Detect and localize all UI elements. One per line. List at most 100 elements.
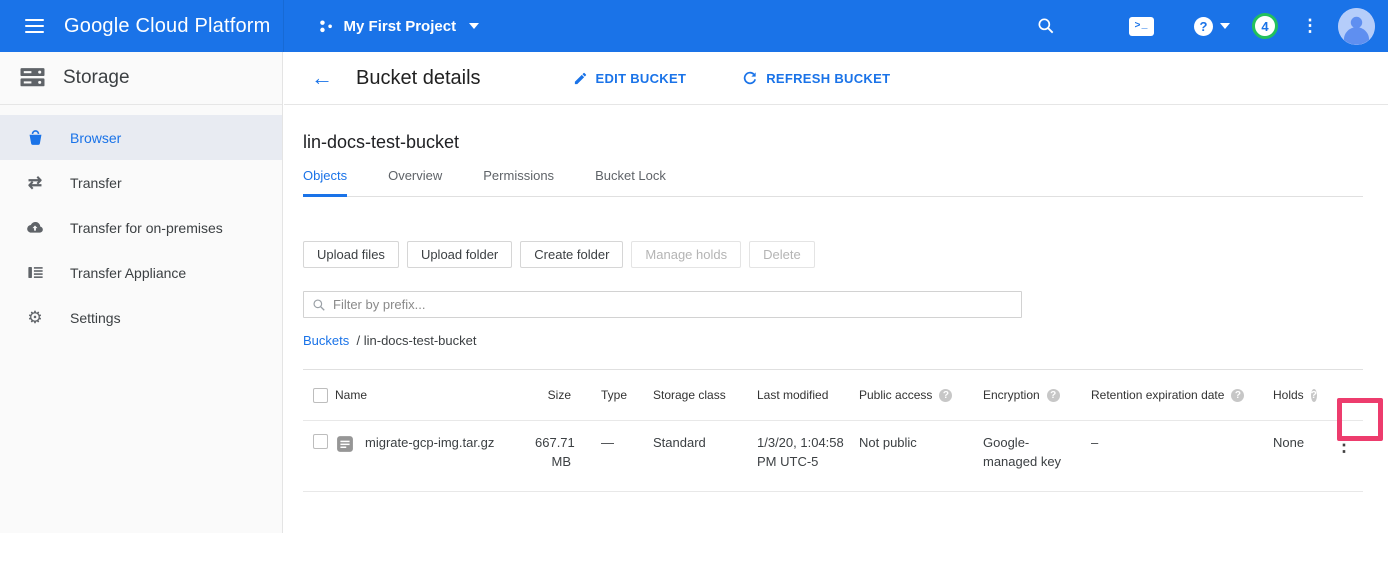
sidebar-item-transfer[interactable]: ⇄ Transfer (0, 160, 282, 205)
object-storage-class: Standard (649, 434, 753, 453)
object-size: 667.71 MB (535, 434, 587, 472)
chevron-down-icon (469, 23, 479, 29)
manage-holds-button[interactable]: Manage holds (631, 241, 741, 268)
file-icon (335, 434, 355, 454)
column-header-type: Type (587, 388, 649, 402)
help-icon: ? (1194, 17, 1213, 36)
column-label: Encryption (983, 388, 1040, 402)
sidebar-item-label: Browser (70, 130, 121, 146)
tab-objects[interactable]: Objects (303, 168, 347, 197)
refresh-icon (742, 70, 758, 86)
column-header-retention: Retention expiration date ? (1087, 388, 1269, 402)
chevron-down-icon (1220, 23, 1230, 29)
table-row: migrate-gcp-img.tar.gz 667.71 MB — Stand… (303, 420, 1363, 492)
column-header-holds: Holds ? (1269, 388, 1325, 402)
column-header-encryption: Encryption ? (979, 388, 1087, 402)
column-header-public-access: Public access ? (855, 388, 979, 402)
refresh-bucket-label: REFRESH BUCKET (766, 71, 890, 86)
main-content: lin-docs-test-bucket Objects Overview Pe… (283, 105, 1388, 492)
object-toolbar: Upload files Upload folder Create folder… (303, 241, 1363, 268)
sidebar-nav: Browser ⇄ Transfer Transfer for on-premi… (0, 105, 282, 340)
gear-icon: ⚙ (25, 309, 45, 326)
column-label: Holds (1273, 388, 1304, 402)
search-icon (312, 298, 326, 312)
help-menu[interactable]: ? (1194, 17, 1230, 36)
edit-bucket-label: EDIT BUCKET (596, 71, 687, 86)
project-name: My First Project (344, 18, 457, 35)
top-navigation-bar: Google Cloud Platform My First Project >… (0, 0, 1388, 52)
column-label: Retention expiration date (1091, 388, 1224, 402)
cloud-upload-icon (25, 218, 45, 238)
breadcrumb-buckets-link[interactable]: Buckets (303, 333, 349, 348)
create-folder-button[interactable]: Create folder (520, 241, 623, 268)
sidebar-item-label: Transfer for on-premises (70, 220, 223, 236)
topbar-divider (283, 0, 284, 52)
bucket-icon (25, 128, 45, 147)
row-checkbox[interactable] (313, 434, 328, 449)
sidebar-title: Storage (63, 67, 130, 89)
tab-permissions[interactable]: Permissions (483, 168, 554, 196)
avatar[interactable] (1338, 8, 1375, 45)
tab-bucket-lock[interactable]: Bucket Lock (595, 168, 666, 196)
appliance-list-icon (25, 263, 45, 282)
sidebar: Storage Browser ⇄ Transfer (0, 52, 283, 533)
sidebar-item-browser[interactable]: Browser (0, 115, 282, 160)
tab-overview[interactable]: Overview (388, 168, 442, 196)
column-label: Public access (859, 388, 932, 402)
sidebar-header: Storage (0, 52, 282, 105)
object-encryption: Google-managed key (979, 434, 1087, 472)
overflow-menu-icon[interactable]: ⋮ (1300, 16, 1320, 36)
storage-icon (19, 66, 46, 90)
edit-bucket-button[interactable]: EDIT BUCKET (573, 71, 687, 86)
bucket-name-heading: lin-docs-test-bucket (303, 132, 1363, 153)
sidebar-item-settings[interactable]: ⚙ Settings (0, 295, 282, 340)
breadcrumb-current: lin-docs-test-bucket (364, 333, 477, 348)
bucket-tabs: Objects Overview Permissions Bucket Lock (303, 168, 1363, 197)
filter-prefix-input[interactable] (333, 297, 1013, 312)
object-type: — (587, 434, 649, 453)
select-all-checkbox[interactable] (313, 388, 328, 403)
column-header-last-modified: Last modified (753, 388, 855, 402)
refresh-bucket-button[interactable]: REFRESH BUCKET (742, 70, 890, 86)
page-header: ← Bucket details EDIT BUCKET REFRESH BUC… (284, 52, 1388, 105)
help-icon[interactable]: ? (939, 389, 952, 402)
table-header-row: Name Size Type Storage class Last modifi… (303, 370, 1363, 420)
column-header-storage-class: Storage class (649, 388, 753, 402)
transfer-arrows-icon: ⇄ (25, 174, 45, 191)
objects-table: Name Size Type Storage class Last modifi… (303, 369, 1363, 492)
brand-logo[interactable]: Google Cloud Platform (64, 15, 271, 38)
topbar-actions: >_ ? 4 ⋮ (1036, 8, 1388, 45)
breadcrumb: Buckets / lin-docs-test-bucket (303, 333, 1363, 348)
object-name-cell: migrate-gcp-img.tar.gz (335, 434, 535, 454)
delete-button[interactable]: Delete (749, 241, 815, 268)
sidebar-item-label: Transfer (70, 175, 122, 191)
object-last-modified: 1/3/20, 1:04:58 PM UTC-5 (753, 434, 855, 472)
sidebar-item-transfer-on-premises[interactable]: Transfer for on-premises (0, 205, 282, 250)
search-icon[interactable] (1036, 16, 1056, 36)
breadcrumb-separator: / (356, 333, 360, 348)
object-retention: – (1087, 434, 1269, 453)
back-arrow-icon[interactable]: ← (311, 67, 333, 89)
cloud-shell-icon[interactable]: >_ (1129, 17, 1154, 36)
upload-files-button[interactable]: Upload files (303, 241, 399, 268)
object-public-access: Not public (855, 434, 979, 453)
upload-folder-button[interactable]: Upload folder (407, 241, 512, 268)
sidebar-item-label: Transfer Appliance (70, 265, 186, 281)
page-title: Bucket details (356, 67, 481, 90)
sidebar-item-label: Settings (70, 310, 121, 326)
gcp-console-page: Google Cloud Platform My First Project >… (0, 0, 1388, 579)
sidebar-item-transfer-appliance[interactable]: Transfer Appliance (0, 250, 282, 295)
row-overflow-menu-icon[interactable]: ⋮ (1325, 432, 1363, 458)
person-icon (1338, 8, 1375, 45)
column-header-size: Size (535, 388, 587, 402)
column-header-name: Name (335, 388, 535, 402)
project-switcher[interactable]: My First Project (318, 18, 480, 35)
notifications-badge[interactable]: 4 (1252, 13, 1278, 39)
pencil-icon (573, 71, 588, 86)
object-name-link[interactable]: migrate-gcp-img.tar.gz (365, 434, 494, 453)
help-icon[interactable]: ? (1047, 389, 1060, 402)
help-icon[interactable]: ? (1311, 389, 1317, 402)
object-holds: None (1269, 434, 1325, 453)
help-icon[interactable]: ? (1231, 389, 1244, 402)
menu-icon[interactable] (6, 19, 62, 33)
